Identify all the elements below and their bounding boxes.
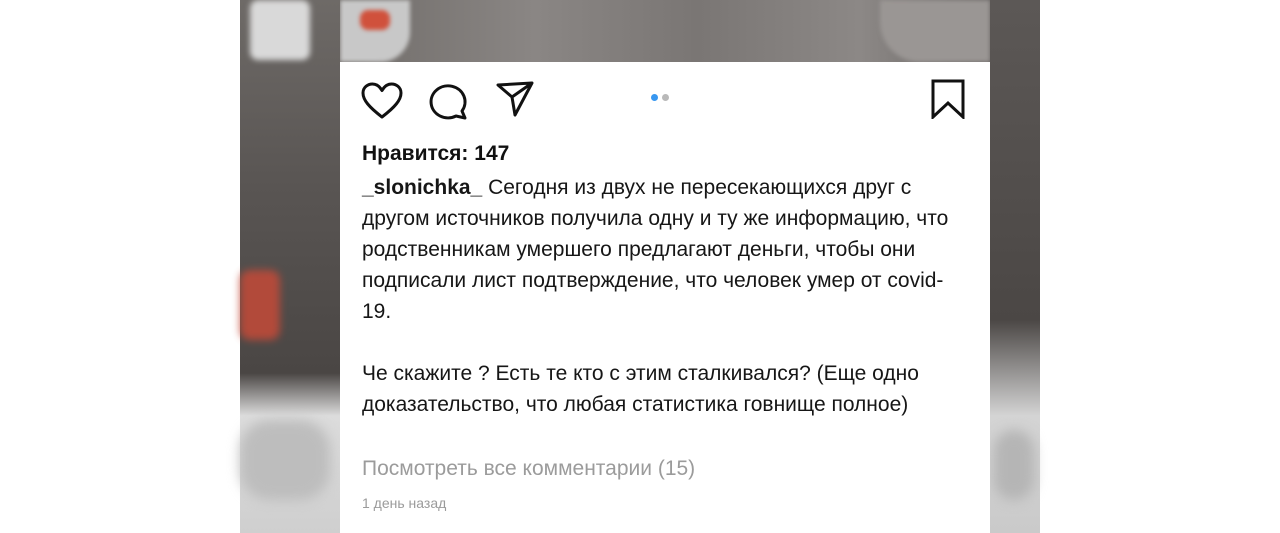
background-blur-shape xyxy=(240,270,280,340)
blurred-background-left xyxy=(240,0,340,533)
background-blur-shape xyxy=(994,430,1034,500)
bookmark-icon[interactable] xyxy=(930,79,966,119)
background-blur-shape xyxy=(240,420,330,500)
background-blur-shape xyxy=(250,0,310,60)
post-action-bar xyxy=(340,62,990,142)
carousel-dot xyxy=(662,94,669,101)
caption-username[interactable]: _slonichka_ xyxy=(362,176,482,199)
heart-icon[interactable] xyxy=(361,82,403,120)
view-all-comments-link[interactable]: Посмотреть все комментарии (15) xyxy=(362,457,695,481)
likes-count[interactable]: Нравится: 147 xyxy=(362,142,509,166)
carousel-indicator xyxy=(651,94,681,102)
comment-icon[interactable] xyxy=(429,82,469,120)
photo-shape xyxy=(880,0,990,62)
carousel-dot-active xyxy=(651,94,658,101)
post-card: Нравится: 147 _slonichka_ Сегодня из дву… xyxy=(340,62,990,533)
post-photo[interactable] xyxy=(340,0,990,62)
post-timestamp: 1 день назад xyxy=(362,495,447,511)
post-caption: _slonichka_ Сегодня из двух не пересекаю… xyxy=(362,172,972,420)
photo-shape xyxy=(360,10,390,30)
caption-paragraph: Че скажите ? Есть те кто с этим сталкива… xyxy=(362,362,919,416)
caption-paragraph: _slonichka_ Сегодня из двух не пересекаю… xyxy=(362,172,972,327)
blurred-background-right xyxy=(990,0,1040,533)
send-icon[interactable] xyxy=(495,80,535,118)
